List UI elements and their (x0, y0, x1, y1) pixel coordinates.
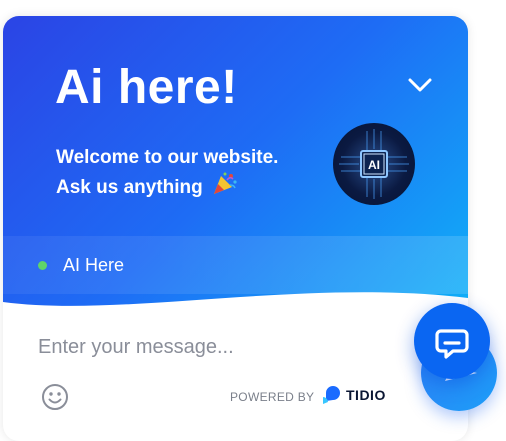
party-popper-icon (214, 172, 237, 194)
tidio-brand[interactable]: TIDIO (346, 387, 386, 403)
chat-launcher-button[interactable] (414, 303, 490, 379)
bot-avatar: AI (333, 123, 415, 205)
powered-by-label: POWERED BY (230, 390, 315, 404)
chat-header: Ai here! Welcome to our website. Ask us … (3, 16, 468, 316)
online-status-dot (38, 261, 47, 270)
welcome-line-2-text: Ask us anything (56, 177, 203, 198)
smiley-icon[interactable] (40, 382, 70, 412)
welcome-line-1: Welcome to our website. (56, 147, 279, 168)
ai-chip-icon: AI (339, 129, 409, 199)
header-title: Ai here! (55, 61, 238, 114)
chat-bubble-icon (435, 329, 469, 359)
status-label: AI Here (63, 255, 125, 275)
chat-widget: Ai here! Welcome to our website. Ask us … (3, 16, 468, 441)
chevron-down-icon[interactable] (407, 76, 433, 94)
message-input[interactable] (36, 328, 380, 366)
tidio-logo-icon (323, 386, 340, 404)
welcome-message: Welcome to our website. Ask us anything (56, 144, 278, 202)
header-wave-divider (3, 292, 468, 324)
avatar-badge-text: AI (368, 158, 380, 172)
welcome-line-2: Ask us anything (56, 172, 278, 202)
